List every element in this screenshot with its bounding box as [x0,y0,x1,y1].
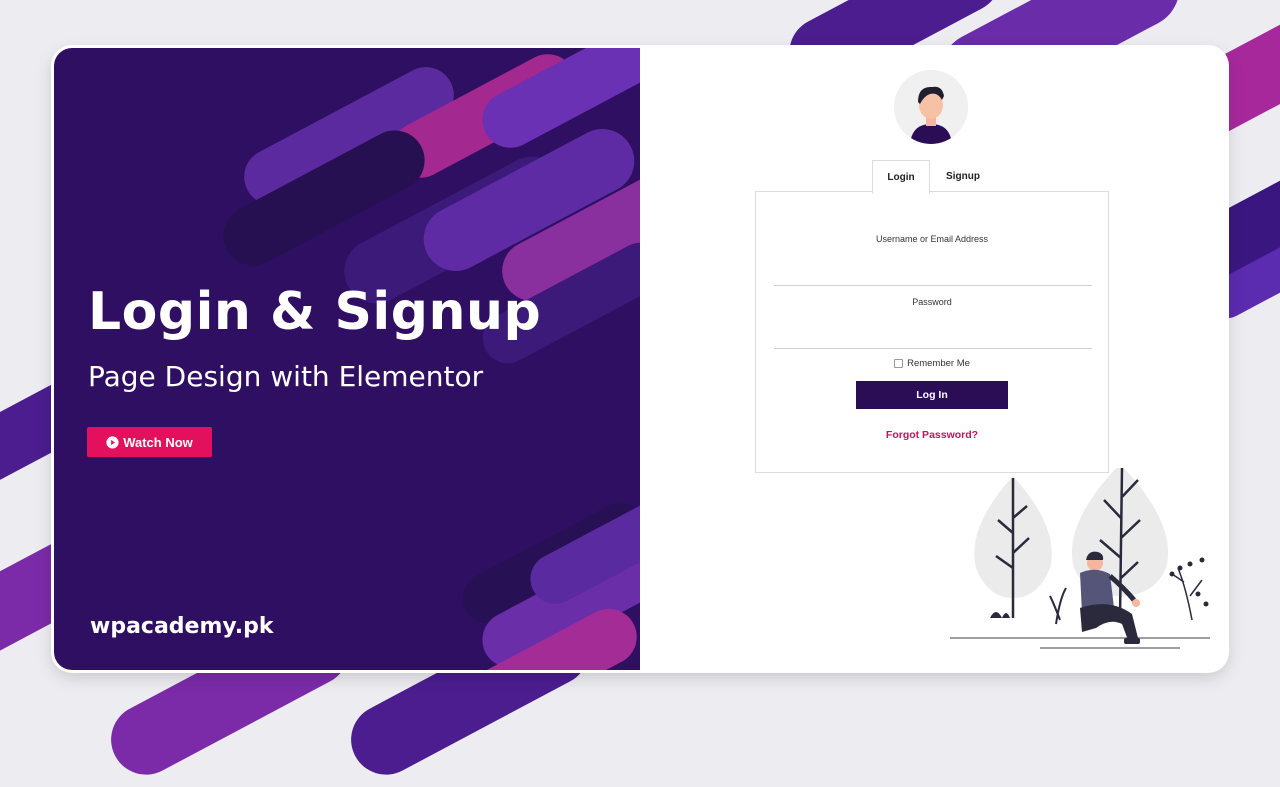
tab-signup[interactable]: Signup [930,160,996,192]
username-input[interactable] [774,259,1092,286]
watch-now-label: Watch Now [123,434,193,450]
main-card: Login & Signup Page Design with Elemento… [54,48,1226,670]
tab-login[interactable]: Login [872,160,930,194]
brand-name: wpacademy.pk [90,614,274,639]
watch-now-button[interactable]: Watch Now [87,427,212,457]
user-avatar-icon [894,70,968,144]
password-input[interactable] [774,322,1092,349]
login-form: Username or Email Address Password Remem… [755,191,1109,473]
remember-me-row[interactable]: Remember Me [756,358,1108,369]
username-label: Username or Email Address [875,234,989,244]
password-label: Password [912,297,952,307]
log-in-button[interactable]: Log In [856,381,1008,409]
remember-me-checkbox[interactable] [894,359,904,368]
hero-subtitle: Page Design with Elementor [88,360,484,393]
forgot-password-link[interactable]: Forgot Password? [756,429,1108,441]
person-sitting-trees-illustration [950,468,1210,649]
hero-title: Login & Signup [88,282,542,342]
hero-panel: Login & Signup Page Design with Elemento… [54,48,640,670]
play-circle-icon [106,435,119,449]
remember-me-label: Remember Me [907,358,970,369]
auth-tabs: Login Signup [872,160,996,194]
login-panel: Login Signup Username or Email Address P… [640,48,1226,670]
